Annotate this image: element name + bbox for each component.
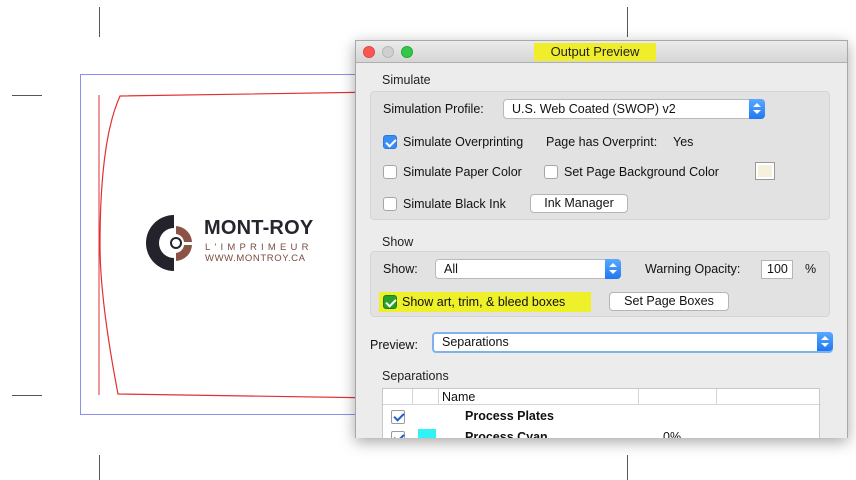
process-cyan-name: Process Cyan: [465, 430, 548, 438]
close-window-button[interactable]: [363, 46, 375, 58]
warning-opacity-input[interactable]: 100: [761, 260, 793, 279]
column-header-check: [383, 389, 413, 405]
separations-section-label: Separations: [382, 369, 449, 383]
output-preview-window: Output Preview Simulate Simulation Profi…: [355, 40, 848, 438]
chevron-updown-icon: [605, 259, 621, 279]
show-value: All: [444, 262, 458, 276]
simulate-paper-color-label[interactable]: Simulate Paper Color: [403, 165, 522, 179]
simulate-group: Simulation Profile: U.S. Web Coated (SWO…: [370, 91, 830, 220]
show-select[interactable]: All: [435, 259, 621, 279]
simulate-overprinting-checkbox[interactable]: [383, 135, 397, 149]
mont-roy-logo: MONT-ROY L'IMPRIMEUR WWW.MONTROY.CA: [134, 212, 324, 274]
chevron-updown-icon: [817, 332, 833, 351]
window-titlebar[interactable]: Output Preview: [356, 41, 847, 63]
process-cyan-value: 0%: [663, 430, 682, 438]
set-page-background-color-label[interactable]: Set Page Background Color: [564, 165, 719, 179]
show-group: Show: All Warning Opacity: 100 % Show ar…: [370, 251, 830, 317]
show-section-label: Show: [382, 235, 414, 249]
page-has-overprint-label: Page has Overprint:: [546, 135, 658, 149]
show-boxes-checkbox[interactable]: [383, 295, 397, 309]
warning-opacity-label: Warning Opacity:: [645, 262, 741, 276]
simulate-black-ink-label[interactable]: Simulate Black Ink: [403, 197, 506, 211]
simulate-black-ink-checkbox[interactable]: [383, 197, 397, 211]
logo-name: MONT-ROY: [204, 217, 314, 239]
chevron-updown-icon: [749, 99, 765, 119]
logo-mark-icon: [146, 215, 192, 271]
simulation-profile-value: U.S. Web Coated (SWOP) v2: [512, 102, 676, 116]
show-label: Show:: [383, 262, 418, 276]
set-page-boxes-button[interactable]: Set Page Boxes: [609, 292, 729, 311]
process-cyan-swatch: [418, 429, 436, 438]
simulation-profile-select[interactable]: U.S. Web Coated (SWOP) v2: [503, 99, 765, 119]
process-cyan-checkbox[interactable]: [391, 431, 405, 438]
separations-table: Name Process Plates Process Cyan 0%: [382, 388, 821, 438]
simulate-paper-color-checkbox[interactable]: [383, 165, 397, 179]
window-title: Output Preview: [534, 43, 656, 61]
zoom-window-button[interactable]: [401, 46, 413, 58]
column-header-color: [413, 389, 439, 405]
process-plates-checkbox[interactable]: [391, 410, 405, 424]
process-plates-name: Process Plates: [465, 409, 554, 423]
minimize-window-button[interactable]: [382, 46, 394, 58]
set-page-background-color-checkbox[interactable]: [544, 165, 558, 179]
ink-manager-button[interactable]: Ink Manager: [530, 194, 628, 213]
column-header-value: [639, 389, 717, 405]
simulate-section-label: Simulate: [382, 73, 431, 87]
show-boxes-label[interactable]: Show art, trim, & bleed boxes: [402, 295, 565, 309]
column-header-name[interactable]: Name: [439, 389, 639, 405]
column-header-name-label: Name: [442, 390, 476, 404]
warning-opacity-unit: %: [805, 262, 817, 276]
preview-value: Separations: [442, 335, 509, 349]
column-header-extra: [717, 389, 821, 405]
page-background-color-swatch[interactable]: [755, 162, 775, 180]
preview-label: Preview:: [370, 338, 418, 352]
simulation-profile-label: Simulation Profile:: [383, 102, 484, 116]
logo-website: WWW.MONTROY.CA: [205, 253, 306, 264]
page-has-overprint-value: Yes: [673, 135, 694, 149]
simulate-overprinting-label[interactable]: Simulate Overprinting: [403, 135, 523, 149]
preview-select[interactable]: Separations: [432, 332, 833, 353]
logo-tagline: L'IMPRIMEUR: [205, 242, 313, 253]
